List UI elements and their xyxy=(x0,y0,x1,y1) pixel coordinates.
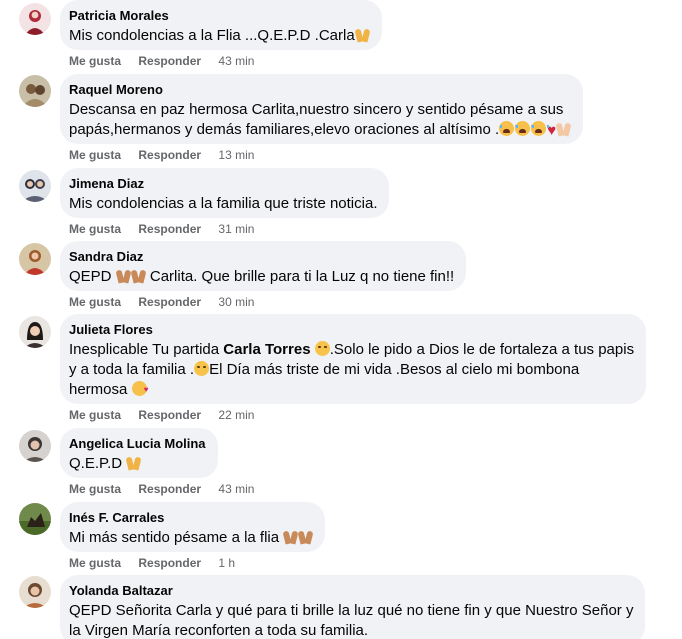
praying-hands-icon xyxy=(283,530,298,544)
comment-author[interactable]: Raquel Moreno xyxy=(69,82,571,98)
comment-author[interactable]: Sandra Diaz xyxy=(69,249,454,265)
comment-bubble: Jimena Diaz Mis condolencias a la famili… xyxy=(60,168,390,218)
comment-timestamp[interactable]: 31 min xyxy=(218,222,254,236)
reply-button[interactable]: Responder xyxy=(138,482,201,496)
comment-actions: Me gusta Responder 13 min xyxy=(69,147,254,163)
comment-bubble: Yolanda Baltazar QEPD Señorita Carla y q… xyxy=(60,575,646,639)
comment-author[interactable]: Jimena Diaz xyxy=(69,176,377,192)
praying-hands-icon xyxy=(355,28,370,42)
comment-actions: Me gusta Responder 43 min xyxy=(69,53,254,69)
comment-bubble: Sandra Diaz QEPD Carlita. Que brille par… xyxy=(60,241,467,291)
comment-text: QEPD Carlita. Que brille para ti la Luz … xyxy=(69,268,455,285)
praying-hands-icon xyxy=(116,269,131,283)
comment-text: Mis condolencias a la Flia ...Q.E.P.D .C… xyxy=(69,26,370,46)
comment-author[interactable]: Julieta Flores xyxy=(69,322,634,338)
comment-actions: Me gusta Responder 43 min xyxy=(69,481,254,497)
like-button[interactable]: Me gusta xyxy=(69,408,121,422)
comment-timestamp[interactable]: 22 min xyxy=(218,408,254,422)
praying-hands-icon xyxy=(126,456,141,470)
comment-bubble: Raquel Moreno Descansa en paz hermosa Ca… xyxy=(60,74,584,144)
like-button[interactable]: Me gusta xyxy=(69,482,121,496)
comment-text: Q.E.P.D xyxy=(69,454,206,474)
reply-button[interactable]: Responder xyxy=(138,295,201,309)
pensive-face-icon xyxy=(314,341,330,356)
avatar[interactable] xyxy=(19,503,51,535)
avatar[interactable] xyxy=(19,576,51,608)
comment-bubble: Inés F. Carrales Mi más sentido pésame a… xyxy=(60,502,326,552)
pensive-face-icon xyxy=(194,361,210,376)
comment-actions: Me gusta Responder 30 min xyxy=(69,294,254,310)
comment-timestamp[interactable]: 43 min xyxy=(218,482,254,496)
reply-button[interactable]: Responder xyxy=(138,222,201,236)
avatar[interactable] xyxy=(19,430,51,462)
like-button[interactable]: Me gusta xyxy=(69,54,121,68)
comment-author[interactable]: Inés F. Carrales xyxy=(69,510,313,526)
comment-bubble: Julieta Flores Inesplicable Tu partida C… xyxy=(60,314,647,404)
praying-hands-icon xyxy=(131,269,146,283)
praying-hands-icon xyxy=(298,530,313,544)
comment-timestamp[interactable]: 30 min xyxy=(218,295,254,309)
comment-author[interactable]: Yolanda Baltazar xyxy=(69,583,633,599)
comment-timestamp[interactable]: 43 min xyxy=(218,54,254,68)
comment-text: Mi más sentido pésame a la flia xyxy=(69,528,313,548)
crying-face-icon xyxy=(515,121,534,136)
avatar[interactable] xyxy=(19,3,51,35)
reply-button[interactable]: Responder xyxy=(138,556,201,570)
crying-face-icon xyxy=(499,121,518,136)
like-button[interactable]: Me gusta xyxy=(69,295,121,309)
crying-face-icon xyxy=(531,121,550,136)
comment-actions: Me gusta Responder 22 min xyxy=(69,407,254,423)
like-button[interactable]: Me gusta xyxy=(69,148,121,162)
avatar[interactable] xyxy=(19,75,51,107)
avatar[interactable] xyxy=(19,316,51,348)
reply-button[interactable]: Responder xyxy=(138,408,201,422)
like-button[interactable]: Me gusta xyxy=(69,556,121,570)
comment-text: Inesplicable Tu partida Carla Torres .So… xyxy=(69,340,634,400)
avatar[interactable] xyxy=(19,170,51,202)
comment-text: QEPD Señorita Carla y qué para ti brille… xyxy=(69,602,634,639)
comment-timestamp[interactable]: 1 h xyxy=(218,556,235,570)
comment-bubble: Angelica Lucia Molina Q.E.P.D xyxy=(60,428,218,478)
reply-button[interactable]: Responder xyxy=(138,54,201,68)
kissing-face-icon xyxy=(131,381,149,396)
comment-timestamp[interactable]: 13 min xyxy=(218,148,254,162)
comment-text: Descansa en paz hermosa Carlita,nuestro … xyxy=(69,100,571,140)
comment-actions: Me gusta Responder 1 h xyxy=(69,555,235,571)
comment-bubble: Patricia Morales Mis condolencias a la F… xyxy=(60,0,382,50)
praying-hands-icon xyxy=(556,122,571,136)
comment-text: Mis condolencias a la familia que triste… xyxy=(69,195,378,212)
comment-author[interactable]: Patricia Morales xyxy=(69,8,370,24)
avatar[interactable] xyxy=(19,243,51,275)
reply-button[interactable]: Responder xyxy=(138,148,201,162)
comment-author[interactable]: Angelica Lucia Molina xyxy=(69,436,206,452)
mention-link[interactable]: Carla Torres xyxy=(223,341,310,358)
comment-actions: Me gusta Responder 31 min xyxy=(69,221,254,237)
like-button[interactable]: Me gusta xyxy=(69,222,121,236)
